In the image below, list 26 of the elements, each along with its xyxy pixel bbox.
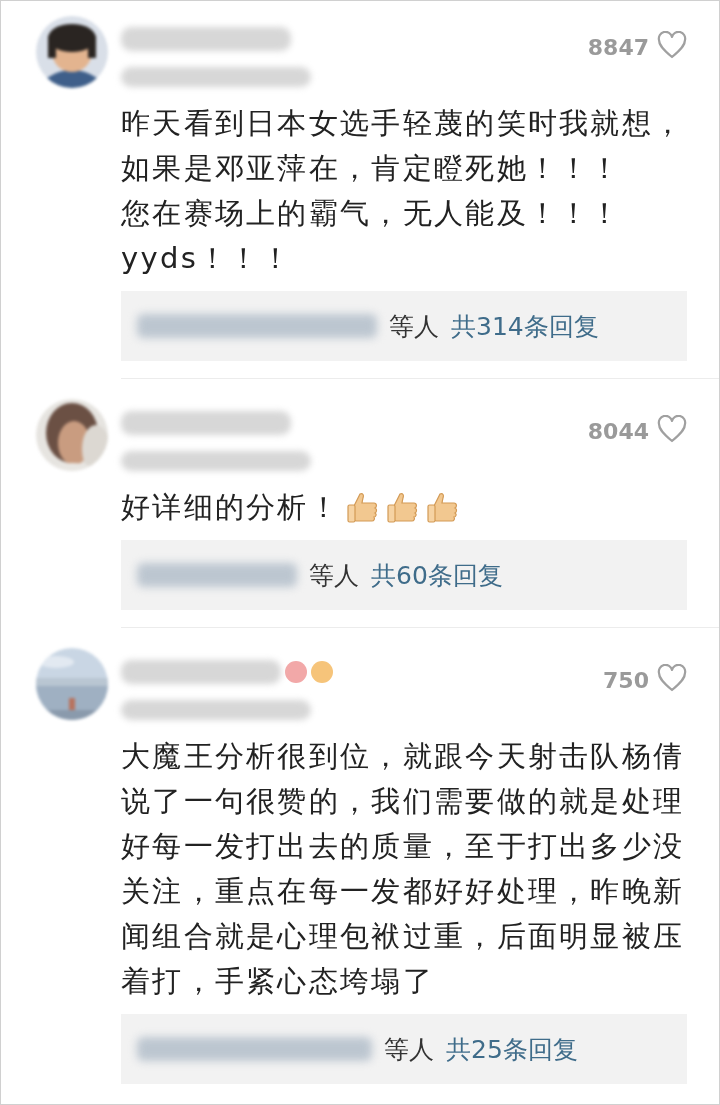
heart-icon[interactable] xyxy=(657,31,687,59)
comment-text: 闻组合就是心理包袱过重，后面明显被压 xyxy=(121,918,686,955)
others-label: 等人 xyxy=(384,1033,434,1066)
comment-text: 大魔王分析很到位，就跟今天射击队杨倩 xyxy=(121,738,686,775)
reply-count-link[interactable]: 共25条回复 xyxy=(446,1032,578,1066)
others-label: 等人 xyxy=(389,310,439,343)
like-count: 8847 xyxy=(587,34,649,60)
heart-icon[interactable] xyxy=(657,664,687,692)
replies-panel[interactable]: 等人 共314条回复 xyxy=(121,291,687,361)
replies-panel[interactable]: 等人 共60条回复 xyxy=(121,540,687,610)
others-label: 等人 xyxy=(309,559,359,592)
comment-text: 关注，重点在每一发都好好处理，昨晚新 xyxy=(121,873,686,910)
comment-text: yyds！！！ xyxy=(121,240,293,277)
comment-text: 好每一发打出去的质量，至于打出多少没 xyxy=(121,828,686,865)
comment-text: 着打，手紧心态垮塌了 xyxy=(121,963,435,1000)
heart-icon[interactable] xyxy=(657,415,687,443)
comment-text: 您在赛场上的霸气，无人能及！！！ xyxy=(121,195,623,232)
comment-text: 好详细的分析！ xyxy=(121,489,341,526)
comment-text: 昨天看到日本女选手轻蔑的笑时我就想， xyxy=(121,105,686,142)
comment-text: 说了一句很赞的，我们需要做的就是处理 xyxy=(121,783,686,820)
comment-text: 如果是邓亚萍在，肯定瞪死她！！！ xyxy=(121,150,623,187)
replies-panel[interactable]: 等人 共25条回复 xyxy=(121,1014,687,1084)
like-count: 8044 xyxy=(587,418,649,444)
reply-count-link[interactable]: 共60条回复 xyxy=(371,558,503,592)
reply-count-link[interactable]: 共314条回复 xyxy=(451,309,599,343)
like-count: 750 xyxy=(603,667,649,693)
